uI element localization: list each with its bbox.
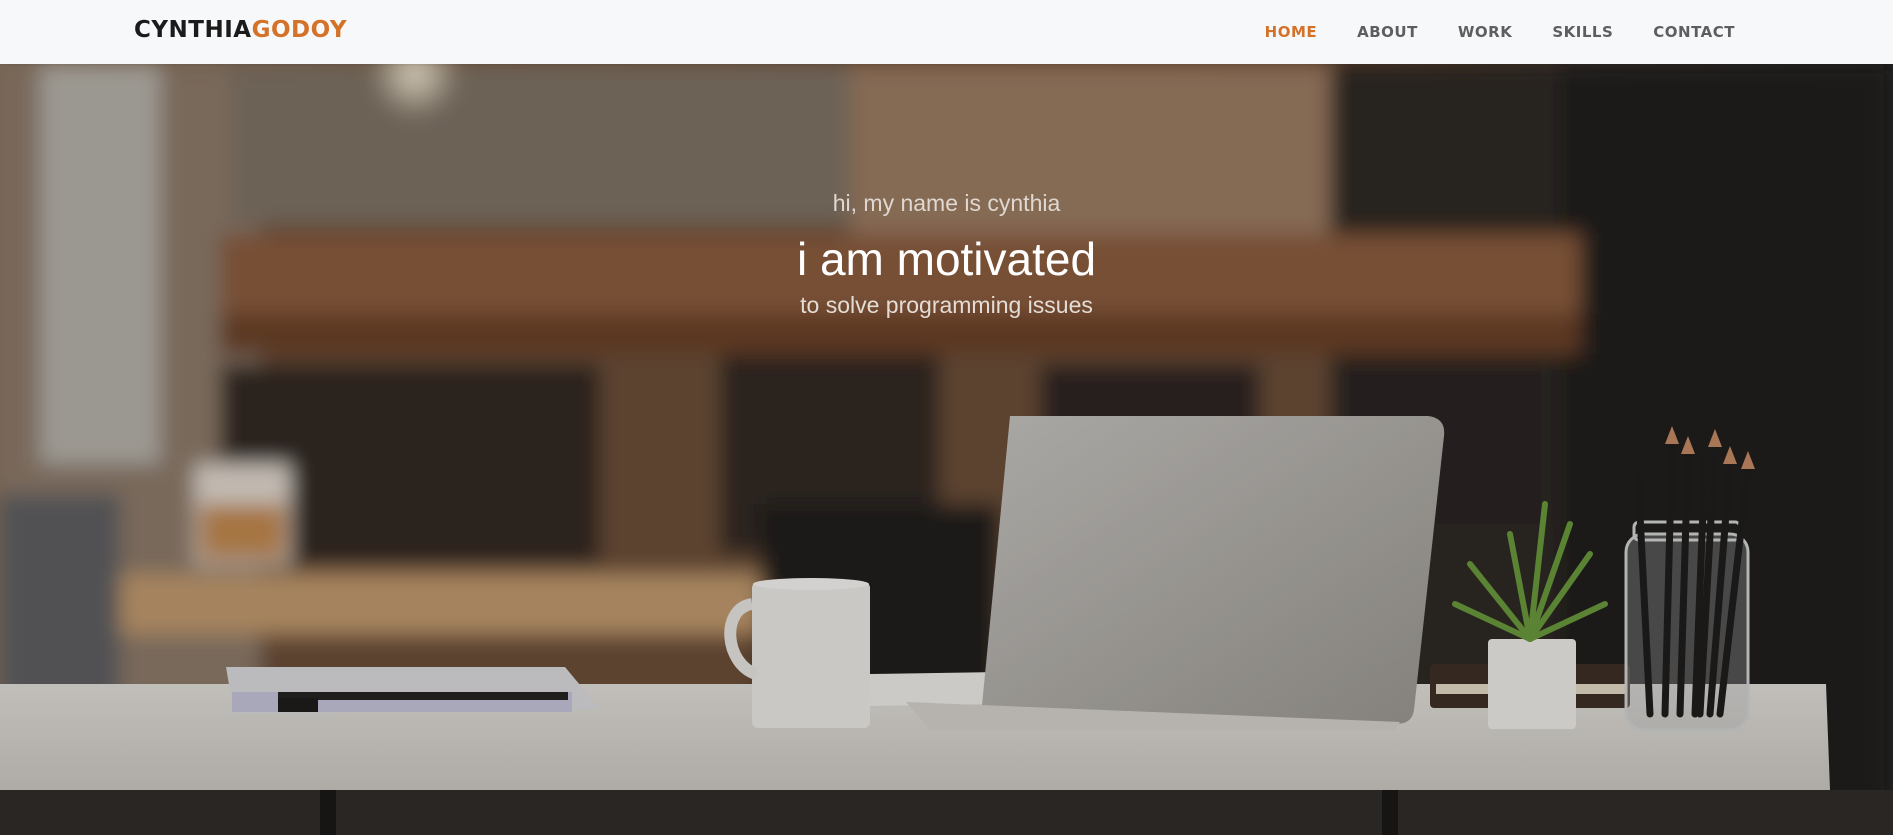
- nav-about[interactable]: ABOUT: [1357, 23, 1418, 41]
- top-navbar: CYNTHIAGODOY HOME ABOUT WORK SKILLS CONT…: [0, 0, 1893, 64]
- brand-last-name: GODOY: [251, 17, 348, 43]
- hero-intro: hi, my name is cynthia: [832, 190, 1061, 216]
- hero-section: [0, 64, 1893, 835]
- nav-home[interactable]: HOME: [1265, 23, 1317, 41]
- hero-overlay: [0, 64, 1893, 835]
- nav-work[interactable]: WORK: [1458, 23, 1512, 41]
- hero-tagline: to solve programming issues: [800, 292, 1093, 318]
- hero-headline: i am motivated: [796, 233, 1097, 285]
- nav-contact[interactable]: CONTACT: [1653, 23, 1735, 41]
- brand-first-name: CYNTHIA: [134, 17, 252, 43]
- brand-logo[interactable]: CYNTHIAGODOY: [134, 17, 347, 43]
- nav-skills[interactable]: SKILLS: [1552, 23, 1613, 41]
- main-nav: HOME ABOUT WORK SKILLS CONTACT: [1265, 0, 1735, 64]
